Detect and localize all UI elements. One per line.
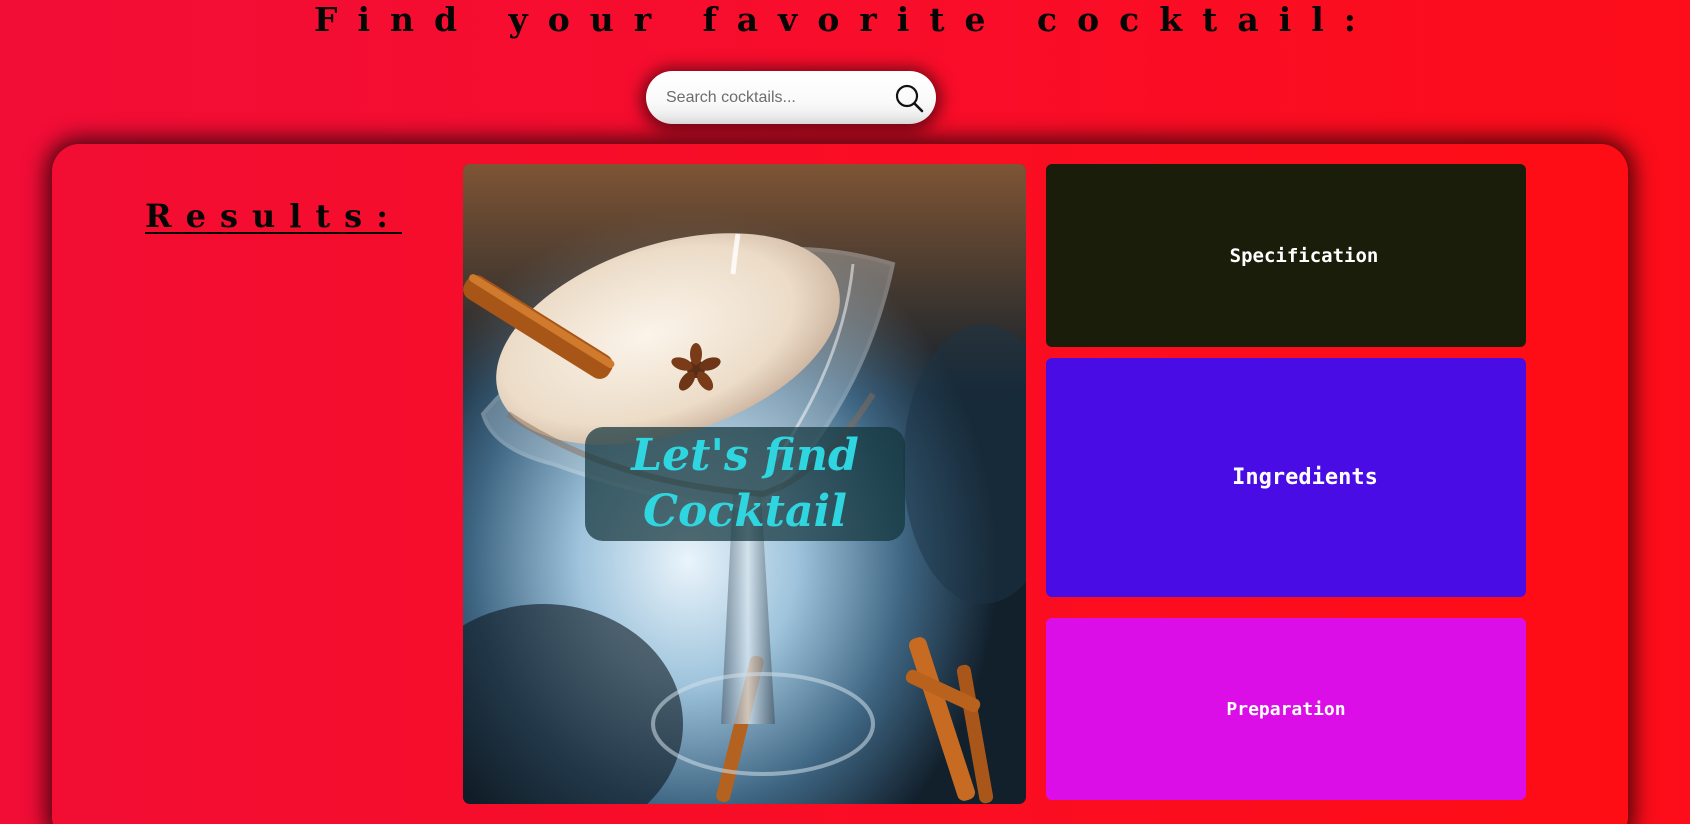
- cocktail-photo-card: Let's find Cocktail: [463, 164, 1026, 804]
- search-bar: [646, 71, 936, 124]
- specification-card[interactable]: Specification: [1046, 164, 1526, 347]
- ingredients-label: Ingredients: [1232, 465, 1378, 490]
- search-button[interactable]: [894, 83, 924, 113]
- preparation-label: Preparation: [1226, 698, 1346, 720]
- overlay-box: Let's find Cocktail: [585, 427, 905, 541]
- specification-label: Specification: [1229, 244, 1379, 267]
- preparation-card[interactable]: Preparation: [1046, 618, 1526, 800]
- overlay-text: Let's find Cocktail: [631, 430, 859, 537]
- search-icon: [895, 84, 924, 113]
- page-title: Find your favorite cocktail:: [314, 0, 1376, 39]
- search-input[interactable]: [666, 83, 886, 113]
- results-heading: Results:: [145, 197, 402, 235]
- ingredients-card[interactable]: Ingredients: [1046, 358, 1526, 597]
